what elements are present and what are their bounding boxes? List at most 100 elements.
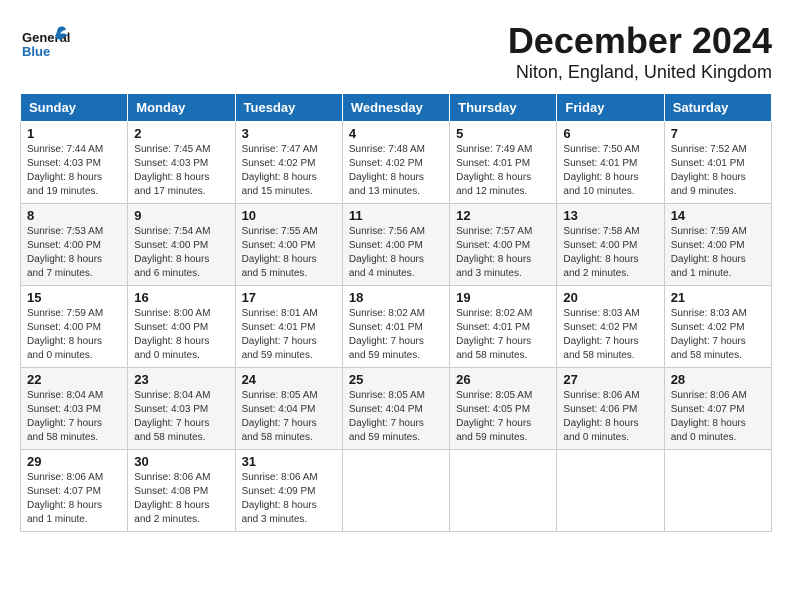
day-number: 12 [456,208,550,223]
day-number: 29 [27,454,121,469]
day-info: Sunrise: 8:06 AM Sunset: 4:06 PM Dayligh… [563,389,657,445]
calendar-cell: 3 Sunrise: 7:47 AM Sunset: 4:02 PM Dayli… [235,122,342,204]
calendar-cell: 2 Sunrise: 7:45 AM Sunset: 4:03 PM Dayli… [128,122,235,204]
day-info: Sunrise: 8:05 AM Sunset: 4:04 PM Dayligh… [349,389,443,445]
week-row-5: 29 Sunrise: 8:06 AM Sunset: 4:07 PM Dayl… [21,450,772,532]
sunset-text: Sunset: 4:07 PM [27,486,101,497]
day-number: 1 [27,126,121,141]
day-info: Sunrise: 7:55 AM Sunset: 4:00 PM Dayligh… [242,225,336,281]
page-header: General Blue December 2024 Niton, Englan… [20,20,772,83]
daylight-text: Daylight: 8 hours and 12 minutes. [456,172,531,197]
sunset-text: Sunset: 4:03 PM [134,158,208,169]
calendar-cell: 12 Sunrise: 7:57 AM Sunset: 4:00 PM Dayl… [450,204,557,286]
day-info: Sunrise: 7:58 AM Sunset: 4:00 PM Dayligh… [563,225,657,281]
day-info: Sunrise: 8:06 AM Sunset: 4:07 PM Dayligh… [27,471,121,527]
calendar-cell: 24 Sunrise: 8:05 AM Sunset: 4:04 PM Dayl… [235,368,342,450]
day-info: Sunrise: 7:48 AM Sunset: 4:02 PM Dayligh… [349,143,443,199]
sunrise-text: Sunrise: 7:56 AM [349,226,425,237]
day-info: Sunrise: 8:06 AM Sunset: 4:07 PM Dayligh… [671,389,765,445]
day-info: Sunrise: 8:05 AM Sunset: 4:05 PM Dayligh… [456,389,550,445]
sunset-text: Sunset: 4:01 PM [349,322,423,333]
day-info: Sunrise: 8:06 AM Sunset: 4:09 PM Dayligh… [242,471,336,527]
sunrise-text: Sunrise: 7:52 AM [671,144,747,155]
day-number: 30 [134,454,228,469]
sunset-text: Sunset: 4:03 PM [27,158,101,169]
sunrise-text: Sunrise: 7:59 AM [27,308,103,319]
sunrise-text: Sunrise: 8:03 AM [563,308,639,319]
calendar-cell: 5 Sunrise: 7:49 AM Sunset: 4:01 PM Dayli… [450,122,557,204]
daylight-text: Daylight: 7 hours and 59 minutes. [242,336,317,361]
sunset-text: Sunset: 4:01 PM [242,322,316,333]
sunset-text: Sunset: 4:00 PM [134,322,208,333]
day-number: 26 [456,372,550,387]
week-row-3: 15 Sunrise: 7:59 AM Sunset: 4:00 PM Dayl… [21,286,772,368]
sunset-text: Sunset: 4:04 PM [349,404,423,415]
weekday-header-friday: Friday [557,94,664,122]
calendar-cell [450,450,557,532]
daylight-text: Daylight: 8 hours and 2 minutes. [563,254,638,279]
calendar-cell: 8 Sunrise: 7:53 AM Sunset: 4:00 PM Dayli… [21,204,128,286]
day-info: Sunrise: 7:49 AM Sunset: 4:01 PM Dayligh… [456,143,550,199]
sunrise-text: Sunrise: 8:06 AM [27,472,103,483]
day-info: Sunrise: 7:45 AM Sunset: 4:03 PM Dayligh… [134,143,228,199]
day-number: 2 [134,126,228,141]
sunset-text: Sunset: 4:00 PM [242,240,316,251]
day-number: 18 [349,290,443,305]
sunset-text: Sunset: 4:03 PM [134,404,208,415]
logo: General Blue [20,20,70,75]
sunrise-text: Sunrise: 7:50 AM [563,144,639,155]
sunrise-text: Sunrise: 7:55 AM [242,226,318,237]
sunset-text: Sunset: 4:00 PM [27,322,101,333]
daylight-text: Daylight: 8 hours and 1 minute. [27,500,102,525]
daylight-text: Daylight: 8 hours and 0 minutes. [27,336,102,361]
day-info: Sunrise: 8:02 AM Sunset: 4:01 PM Dayligh… [349,307,443,363]
sunrise-text: Sunrise: 7:58 AM [563,226,639,237]
day-info: Sunrise: 8:04 AM Sunset: 4:03 PM Dayligh… [27,389,121,445]
daylight-text: Daylight: 7 hours and 58 minutes. [242,418,317,443]
sunset-text: Sunset: 4:02 PM [671,322,745,333]
sunset-text: Sunset: 4:06 PM [563,404,637,415]
calendar-cell: 9 Sunrise: 7:54 AM Sunset: 4:00 PM Dayli… [128,204,235,286]
day-number: 28 [671,372,765,387]
calendar-cell: 21 Sunrise: 8:03 AM Sunset: 4:02 PM Dayl… [664,286,771,368]
day-number: 22 [27,372,121,387]
sunset-text: Sunset: 4:09 PM [242,486,316,497]
calendar-cell: 23 Sunrise: 8:04 AM Sunset: 4:03 PM Dayl… [128,368,235,450]
calendar-cell: 14 Sunrise: 7:59 AM Sunset: 4:00 PM Dayl… [664,204,771,286]
sunset-text: Sunset: 4:01 PM [671,158,745,169]
day-number: 7 [671,126,765,141]
weekday-header-row: SundayMondayTuesdayWednesdayThursdayFrid… [21,94,772,122]
day-info: Sunrise: 7:50 AM Sunset: 4:01 PM Dayligh… [563,143,657,199]
daylight-text: Daylight: 8 hours and 19 minutes. [27,172,102,197]
daylight-text: Daylight: 8 hours and 3 minutes. [456,254,531,279]
sunrise-text: Sunrise: 8:02 AM [349,308,425,319]
daylight-text: Daylight: 8 hours and 15 minutes. [242,172,317,197]
day-number: 11 [349,208,443,223]
week-row-4: 22 Sunrise: 8:04 AM Sunset: 4:03 PM Dayl… [21,368,772,450]
day-info: Sunrise: 7:47 AM Sunset: 4:02 PM Dayligh… [242,143,336,199]
sunrise-text: Sunrise: 7:44 AM [27,144,103,155]
day-info: Sunrise: 8:01 AM Sunset: 4:01 PM Dayligh… [242,307,336,363]
daylight-text: Daylight: 8 hours and 17 minutes. [134,172,209,197]
daylight-text: Daylight: 7 hours and 58 minutes. [671,336,746,361]
calendar-cell: 7 Sunrise: 7:52 AM Sunset: 4:01 PM Dayli… [664,122,771,204]
day-number: 6 [563,126,657,141]
calendar-cell: 19 Sunrise: 8:02 AM Sunset: 4:01 PM Dayl… [450,286,557,368]
calendar-cell: 27 Sunrise: 8:06 AM Sunset: 4:06 PM Dayl… [557,368,664,450]
day-info: Sunrise: 8:05 AM Sunset: 4:04 PM Dayligh… [242,389,336,445]
sunrise-text: Sunrise: 7:53 AM [27,226,103,237]
sunset-text: Sunset: 4:00 PM [349,240,423,251]
calendar-cell [664,450,771,532]
day-info: Sunrise: 7:56 AM Sunset: 4:00 PM Dayligh… [349,225,443,281]
day-number: 20 [563,290,657,305]
sunset-text: Sunset: 4:07 PM [671,404,745,415]
day-info: Sunrise: 8:03 AM Sunset: 4:02 PM Dayligh… [563,307,657,363]
calendar-cell: 31 Sunrise: 8:06 AM Sunset: 4:09 PM Dayl… [235,450,342,532]
daylight-text: Daylight: 8 hours and 4 minutes. [349,254,424,279]
weekday-header-wednesday: Wednesday [342,94,449,122]
sunrise-text: Sunrise: 8:04 AM [134,390,210,401]
calendar-cell: 6 Sunrise: 7:50 AM Sunset: 4:01 PM Dayli… [557,122,664,204]
calendar-cell: 28 Sunrise: 8:06 AM Sunset: 4:07 PM Dayl… [664,368,771,450]
day-number: 17 [242,290,336,305]
day-info: Sunrise: 7:44 AM Sunset: 4:03 PM Dayligh… [27,143,121,199]
